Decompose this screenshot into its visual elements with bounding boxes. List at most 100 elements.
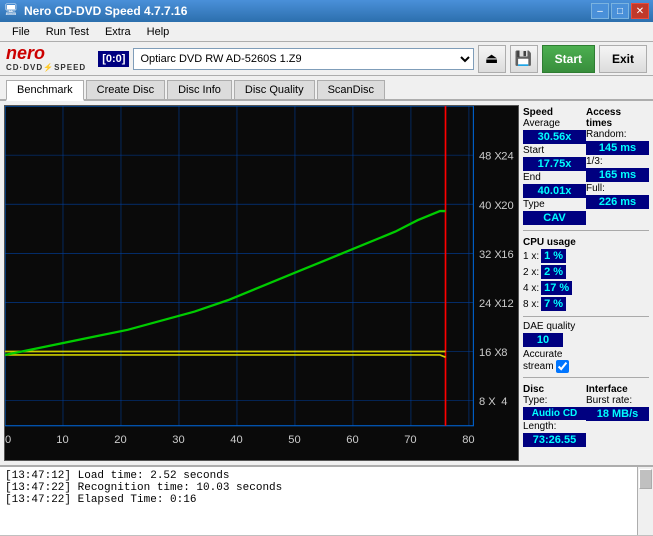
cpu-1x-value: 1 % xyxy=(541,249,566,263)
svg-text:80: 80 xyxy=(462,434,474,446)
tab-scan-disc[interactable]: ScanDisc xyxy=(317,80,385,99)
burst-value: 18 MB/s xyxy=(586,407,649,421)
random-value: 145 ms xyxy=(586,141,649,155)
svg-text:12: 12 xyxy=(501,298,513,310)
dae-value: 10 xyxy=(523,333,563,347)
nero-logo-block: nero CD·DVD⚡SPEED xyxy=(6,44,86,73)
disc-type-label: Type: xyxy=(523,395,586,406)
svg-text:60: 60 xyxy=(346,434,358,446)
window-controls: – □ ✕ xyxy=(591,3,649,19)
save-button[interactable]: 💾 xyxy=(510,45,538,73)
cpu-1x-label: 1 x: xyxy=(523,251,539,262)
accurate-label: Accurate xyxy=(523,349,562,360)
svg-text:16 X: 16 X xyxy=(479,347,502,359)
log-line-3: [13:47:22] Elapsed Time: 0:16 xyxy=(5,494,632,506)
tab-disc-quality[interactable]: Disc Quality xyxy=(234,80,315,99)
cpu-2x-value: 2 % xyxy=(541,265,566,279)
svg-text:8: 8 xyxy=(501,347,507,359)
cpu-8x-value: 7 % xyxy=(541,297,566,311)
app-title: Nero CD-DVD Speed 4.7.7.16 xyxy=(24,4,187,18)
cpu-8x-label: 8 x: xyxy=(523,299,539,310)
start-label: Start xyxy=(523,145,586,156)
log-content: [13:47:12] Load time: 2.52 seconds [13:4… xyxy=(0,467,637,535)
svg-text:32 X: 32 X xyxy=(479,249,502,261)
svg-text:48 X: 48 X xyxy=(479,151,502,163)
one-third-label: 1/3: xyxy=(586,156,649,167)
nero-sub-logo: CD·DVD⚡SPEED xyxy=(6,64,86,73)
main-content: 8 X 16 X 24 X 32 X 40 X 48 X 4 8 12 16 2… xyxy=(0,101,653,465)
disc-label: Disc xyxy=(523,384,586,395)
menu-extra[interactable]: Extra xyxy=(97,24,139,40)
svg-text:70: 70 xyxy=(404,434,416,446)
random-label: Random: xyxy=(586,129,649,140)
svg-text:40: 40 xyxy=(230,434,242,446)
disc-section: Disc Type: Audio CD Length: 73:26.55 Int… xyxy=(523,382,649,448)
disc-length-value: 73:26.55 xyxy=(523,433,586,447)
full-label: Full: xyxy=(586,183,649,194)
start-value: 17.75x xyxy=(523,157,586,171)
average-label: Average xyxy=(523,118,586,129)
svg-text:24 X: 24 X xyxy=(479,298,502,310)
svg-text:4: 4 xyxy=(501,396,507,408)
interface-label: Interface xyxy=(586,384,649,395)
scrollbar-thumb[interactable] xyxy=(639,469,652,489)
svg-text:50: 50 xyxy=(288,434,300,446)
dae-section: DAE quality 10 Accurate stream xyxy=(523,321,649,373)
close-button[interactable]: ✕ xyxy=(631,3,649,19)
eject-button[interactable]: ⏏ xyxy=(478,45,506,73)
end-label: End xyxy=(523,172,586,183)
toolbar: nero CD·DVD⚡SPEED [0:0] Optiarc DVD RW A… xyxy=(0,42,653,76)
exit-button[interactable]: Exit xyxy=(599,45,647,73)
nero-logo-text: nero xyxy=(6,44,45,64)
type-label: Type xyxy=(523,199,586,210)
benchmark-chart: 8 X 16 X 24 X 32 X 40 X 48 X 4 8 12 16 2… xyxy=(5,106,518,460)
drive-combo[interactable]: Optiarc DVD RW AD-5260S 1.Z9 xyxy=(133,48,473,70)
average-value: 30.56x xyxy=(523,130,586,144)
disc-length-label: Length: xyxy=(523,421,586,432)
cpu-2x-label: 2 x: xyxy=(523,267,539,278)
dae-label: DAE quality xyxy=(523,321,649,332)
stream-label: stream xyxy=(523,361,554,372)
one-third-value: 165 ms xyxy=(586,168,649,182)
minimize-button[interactable]: – xyxy=(591,3,609,19)
tab-create-disc[interactable]: Create Disc xyxy=(86,80,165,99)
cpu-4x-value: 17 % xyxy=(541,281,572,295)
end-value: 40.01x xyxy=(523,184,586,198)
tab-benchmark[interactable]: Benchmark xyxy=(6,80,84,101)
cpu-label: CPU usage xyxy=(523,237,649,248)
drive-selector-area: [0:0] Optiarc DVD RW AD-5260S 1.Z9 xyxy=(98,48,473,70)
speed-label: Speed xyxy=(523,107,586,118)
svg-text:20: 20 xyxy=(114,434,126,446)
svg-text:16: 16 xyxy=(501,249,513,261)
disc-type-value: Audio CD xyxy=(523,407,586,420)
menu-run-test[interactable]: Run Test xyxy=(38,24,97,40)
log-line-1: [13:47:12] Load time: 2.52 seconds xyxy=(5,470,632,482)
svg-text:30: 30 xyxy=(172,434,184,446)
menu-help[interactable]: Help xyxy=(139,24,178,40)
tab-disc-info[interactable]: Disc Info xyxy=(167,80,232,99)
cpu-4x-label: 4 x: xyxy=(523,283,539,294)
speed-section: Speed Average 30.56x Start 17.75x End 40… xyxy=(523,105,649,226)
svg-text:20: 20 xyxy=(501,200,513,212)
log-line-2: [13:47:22] Recognition time: 10.03 secon… xyxy=(5,482,632,494)
menu-bar: File Run Test Extra Help xyxy=(0,22,653,42)
access-times-label: Access times xyxy=(586,107,649,129)
app-icon: 🖥 xyxy=(4,3,20,19)
svg-text:10: 10 xyxy=(56,434,68,446)
title-bar: 🖥 Nero CD-DVD Speed 4.7.7.16 – □ ✕ xyxy=(0,0,653,22)
maximize-button[interactable]: □ xyxy=(611,3,629,19)
svg-text:24: 24 xyxy=(501,151,513,163)
drive-index-label: [0:0] xyxy=(98,51,129,67)
log-scrollbar[interactable] xyxy=(637,467,653,535)
menu-file[interactable]: File xyxy=(4,24,38,40)
start-button[interactable]: Start xyxy=(542,45,595,73)
cpu-section: CPU usage 1 x: 1 % 2 x: 2 % 4 x: 17 % 8 … xyxy=(523,235,649,312)
svg-text:40 X: 40 X xyxy=(479,200,502,212)
accurate-stream-checkbox[interactable] xyxy=(556,360,569,373)
right-panel: Speed Average 30.56x Start 17.75x End 40… xyxy=(523,101,653,465)
svg-text:0: 0 xyxy=(5,434,11,446)
tab-bar: Benchmark Create Disc Disc Info Disc Qua… xyxy=(0,76,653,101)
log-area: [13:47:12] Load time: 2.52 seconds [13:4… xyxy=(0,465,653,535)
chart-area: 8 X 16 X 24 X 32 X 40 X 48 X 4 8 12 16 2… xyxy=(4,105,519,461)
svg-text:8 X: 8 X xyxy=(479,396,496,408)
